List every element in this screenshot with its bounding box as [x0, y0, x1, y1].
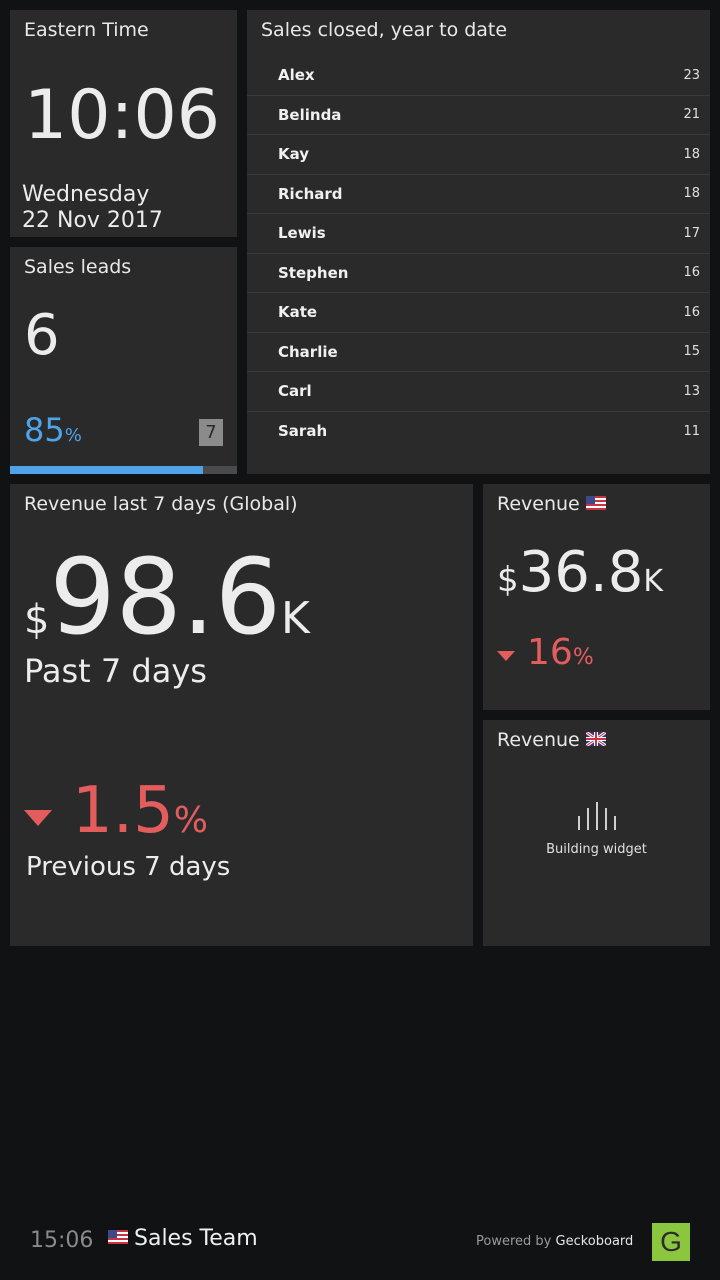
leaderboard-row: Richard 18 [247, 175, 710, 214]
leaderboard-value: 11 [683, 423, 700, 439]
powered-by-prefix: Powered by [476, 1234, 552, 1249]
progress-bar [10, 466, 237, 474]
down-arrow-icon [24, 809, 52, 826]
leaderboard-name: Sarah [278, 422, 328, 441]
dashboard-name: Sales Team [108, 1226, 258, 1251]
revenue-amount: $98.6K [24, 536, 310, 658]
leads-percent-unit: % [64, 425, 82, 446]
comparison-label: Previous 7 days [26, 852, 231, 882]
leaderboard-row: Carl 13 [247, 372, 710, 412]
currency-symbol: $ [24, 597, 50, 643]
leaderboard-name: Stephen [278, 263, 349, 282]
dashboard-name-text: Sales Team [134, 1226, 258, 1251]
leaderboard-value: 18 [683, 146, 700, 162]
change-value: 16 [527, 632, 573, 673]
change-indicator: 1.5% [24, 774, 208, 848]
leaderboard-value: 16 [683, 265, 700, 281]
revenue-global-widget: Revenue last 7 days (Global) $98.6K Past… [10, 484, 473, 946]
leaderboard-row: Stephen 16 [247, 254, 710, 293]
progress-bar-fill [10, 466, 203, 474]
revenue-amount: $36.8K [497, 540, 663, 605]
leaderboard-value: 21 [683, 107, 700, 123]
loading-bars-icon [577, 802, 616, 830]
leaderboard-row: Charlie 15 [247, 333, 710, 372]
leaderboard-name: Carl [278, 382, 312, 401]
leaderboard-row: Belinda 21 [247, 96, 710, 135]
leads-percent: 85% [24, 411, 82, 449]
leaderboard-row: Sarah 11 [247, 412, 710, 452]
down-arrow-icon [497, 650, 515, 661]
sales-closed-leaderboard: Sales closed, year to date Alex 23 Belinda… [247, 10, 710, 474]
widget-title-text: Revenue [497, 729, 580, 751]
leaderboard-value: 15 [683, 344, 700, 360]
widget-title: Sales leads [24, 256, 132, 278]
uk-flag-icon [585, 731, 606, 746]
widget-title: Revenue last 7 days (Global) [24, 493, 298, 515]
weekday-label: Wednesday [22, 182, 150, 207]
clock-display: 10:06 [24, 76, 220, 155]
leaderboard-value: 16 [683, 304, 700, 320]
leaderboard-row: Lewis 17 [247, 214, 710, 254]
revenue-us-widget: Revenue $36.8K 16% [483, 484, 710, 710]
building-widget-status: Building widget [483, 800, 710, 857]
leaderboard-row: Alex 23 [247, 56, 710, 96]
eastern-time-widget: Eastern Time 10:06 Wednesday 22 Nov 2017 [10, 10, 237, 237]
revenue-uk-widget: Revenue Building widget [483, 720, 710, 946]
brand-name[interactable]: Geckoboard [556, 1234, 634, 1249]
amount-suffix: K [643, 564, 664, 599]
leaderboard-name: Kay [278, 145, 310, 164]
widget-title-text: Revenue [497, 493, 580, 515]
period-label: Past 7 days [24, 652, 207, 690]
leaderboard-value: 13 [683, 383, 700, 399]
us-flag-icon [585, 495, 606, 510]
date-label: 22 Nov 2017 [22, 208, 163, 233]
footer-clock: 15:06 [30, 1228, 94, 1253]
leaderboard-list: Alex 23 Belinda 21 Kay 18 Richard 18 Lewis 17 Step… [247, 56, 710, 451]
leaderboard-value: 18 [683, 186, 700, 202]
leads-percent-value: 85 [24, 411, 65, 449]
goal-badge: 7 [199, 419, 223, 446]
leaderboard-value: 23 [683, 67, 700, 83]
sales-leads-widget: Sales leads 6 85% 7 [10, 247, 237, 474]
leaderboard-name: Alex [278, 66, 315, 85]
widget-title: Revenue [497, 493, 606, 515]
change-unit: % [173, 800, 208, 841]
leaderboard-name: Lewis [278, 224, 326, 243]
building-widget-label: Building widget [546, 842, 647, 857]
powered-by: Powered by Geckoboard [476, 1234, 633, 1249]
change-value: 1.5 [72, 774, 174, 848]
widget-title: Eastern Time [24, 19, 149, 41]
currency-symbol: $ [497, 560, 519, 600]
leaderboard-name: Charlie [278, 342, 338, 361]
change-indicator: 16% [497, 632, 594, 673]
change-unit: % [572, 645, 594, 670]
amount-value: 98.6 [49, 536, 282, 658]
leads-count: 6 [24, 303, 60, 368]
leaderboard-value: 17 [683, 225, 700, 241]
leaderboard-row: Kay 18 [247, 135, 710, 175]
amount-value: 36.8 [518, 540, 644, 605]
leaderboard-name: Richard [278, 184, 343, 203]
widget-title: Sales closed, year to date [261, 19, 508, 41]
widget-title: Revenue [497, 729, 606, 751]
geckoboard-logo[interactable]: G [652, 1223, 690, 1261]
amount-suffix: K [281, 593, 310, 644]
us-flag-icon [108, 1230, 128, 1244]
leaderboard-name: Belinda [278, 105, 342, 124]
leaderboard-row: Kate 16 [247, 293, 710, 333]
leaderboard-name: Kate [278, 303, 318, 322]
